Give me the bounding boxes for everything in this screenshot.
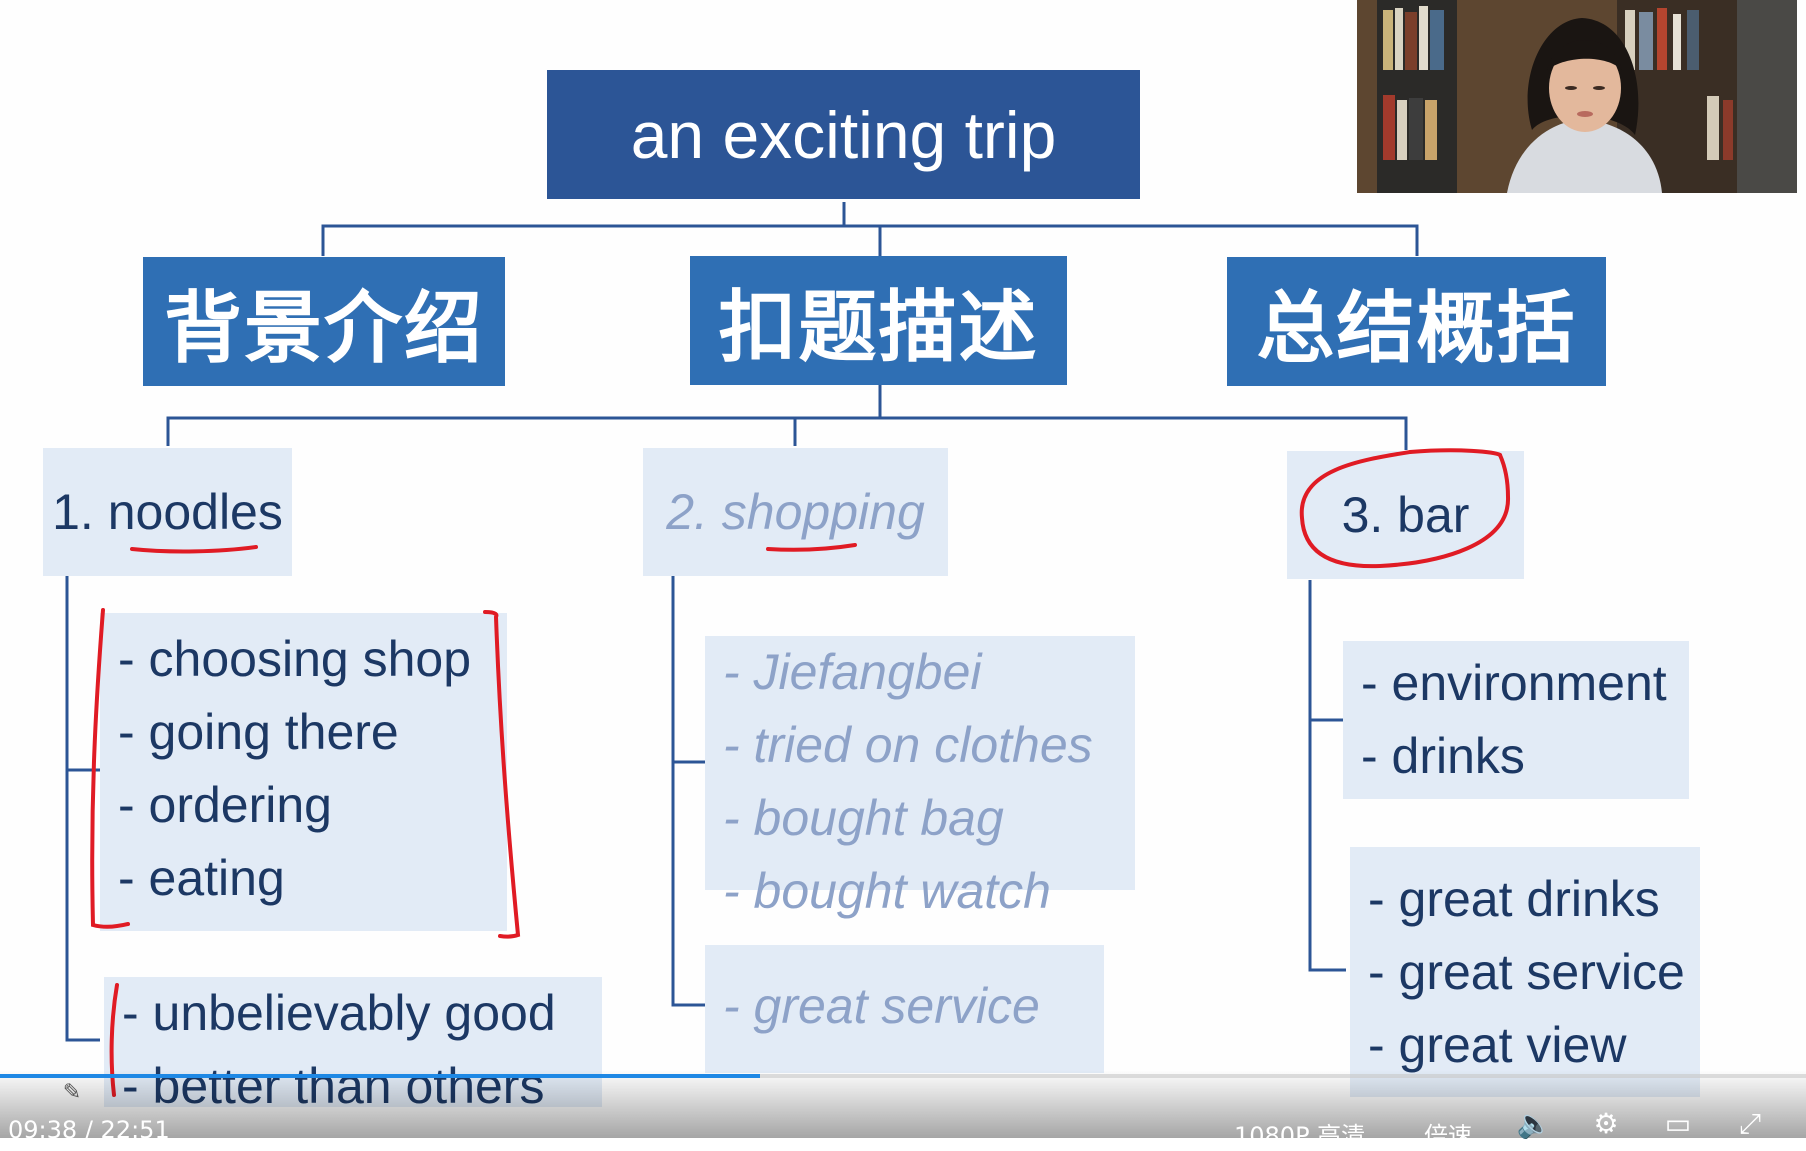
slide: an exciting trip 背景介绍 扣题描述 总结概括 1. noodl…	[0, 0, 1806, 1138]
fullscreen-icon[interactable]: ⤢	[1732, 1110, 1768, 1138]
time-display: 09:38 / 22:51	[8, 1116, 170, 1144]
quality-selector[interactable]: 1080P 高清	[1234, 1116, 1365, 1151]
circle-annotation	[1408, 448, 1502, 457]
circle-annotation	[1299, 450, 1511, 569]
pip-icon[interactable]: ▭	[1660, 1110, 1696, 1138]
bracket-annotation	[483, 610, 521, 939]
duration: 22:51	[100, 1116, 170, 1144]
time-separator: /	[84, 1116, 93, 1144]
pencil-icon[interactable]: ✎	[58, 1078, 86, 1106]
volume-icon[interactable]: 🔈	[1516, 1110, 1552, 1138]
progress-fill[interactable]	[0, 1074, 761, 1078]
webcam-video	[1357, 0, 1797, 193]
underline-annotation	[130, 545, 258, 554]
settings-icon[interactable]: ⚙	[1588, 1110, 1624, 1138]
current-time: 09:38	[8, 1116, 78, 1144]
underline-annotation	[766, 543, 857, 552]
speed-selector[interactable]: 倍速	[1424, 1116, 1472, 1151]
bracket-annotation	[90, 608, 130, 929]
